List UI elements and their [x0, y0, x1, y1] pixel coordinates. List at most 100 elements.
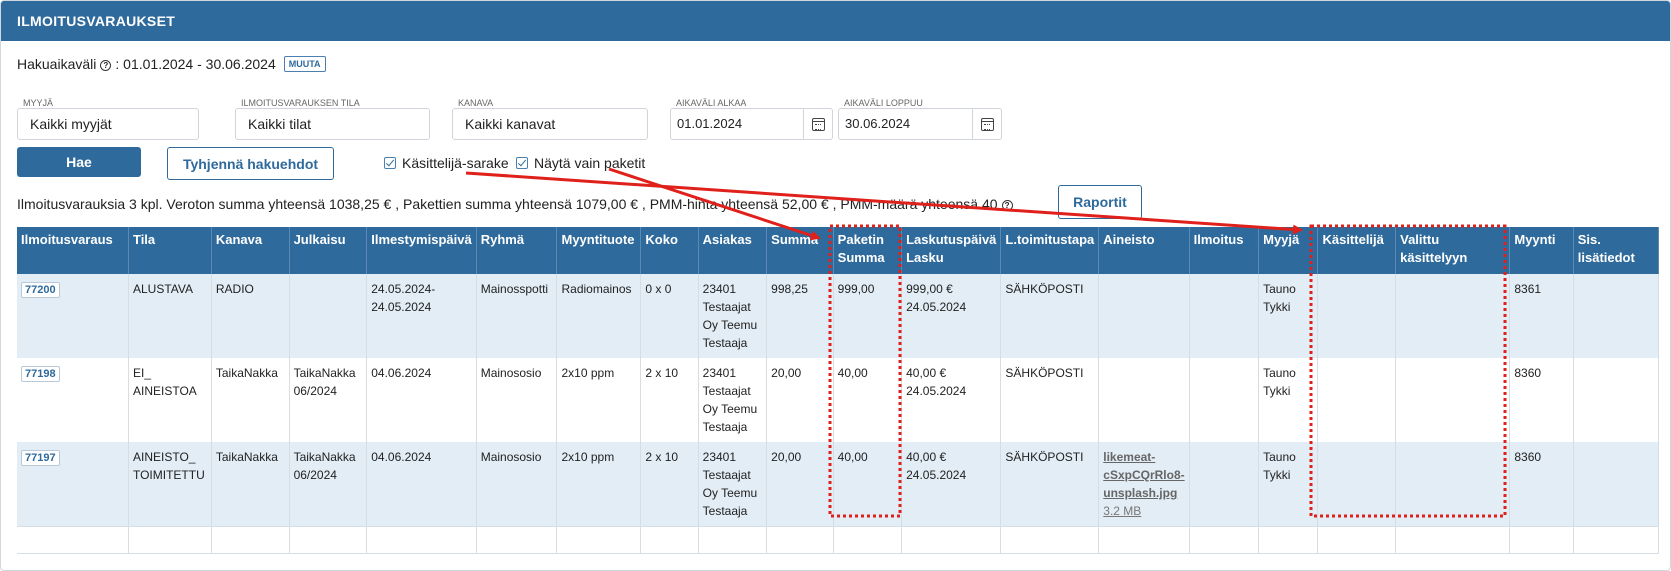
- column-header[interactable]: L.toimitustapa: [1000, 227, 1100, 274]
- reservation-link[interactable]: 77197: [21, 450, 60, 466]
- reservations-panel: ILMOITUSVARAUKSET Hakuaikaväli ? : 01.01…: [0, 0, 1671, 571]
- seller-filter-label: MYYJÄ: [23, 98, 54, 108]
- cell-extra-info: [1573, 442, 1660, 527]
- empty-cell: [556, 526, 642, 554]
- checkbox-checked-icon[interactable]: [384, 157, 396, 169]
- end-date-field[interactable]: AIKAVÄLI LOPPUU 30.06.2024: [838, 98, 1002, 140]
- empty-cell: [766, 526, 834, 554]
- cell-handler: [1317, 442, 1397, 527]
- table-row[interactable]: 77197 AINEISTO_ TOIMITETTU TaikaNakka Ta…: [17, 442, 1660, 527]
- column-header[interactable]: Paketin Summa: [833, 227, 903, 274]
- seller-filter[interactable]: MYYJÄ Kaikki myyjät: [17, 98, 199, 140]
- cell-status: AINEISTO_ TOIMITETTU: [128, 442, 212, 527]
- table-row[interactable]: 77200 ALUSTAVA RADIO 24.05.2024-24.05.20…: [17, 274, 1660, 358]
- empty-cell: [1258, 526, 1319, 554]
- clear-filters-button[interactable]: Tyhjennä hakuehdot: [167, 147, 334, 180]
- help-icon[interactable]: ?: [100, 59, 112, 71]
- cell-id: 77200: [17, 274, 129, 358]
- cell-id: 77198: [17, 358, 129, 442]
- empty-cell: [289, 526, 368, 554]
- column-header[interactable]: Ryhmä: [476, 227, 558, 274]
- empty-cell: [366, 526, 477, 554]
- results-summary: Ilmoitusvarauksia 3 kpl. Veroton summa y…: [17, 196, 1013, 212]
- calendar-icon: [812, 117, 825, 131]
- column-header[interactable]: Kanava: [211, 227, 290, 274]
- channel-select[interactable]: Kaikki kanavat: [452, 108, 648, 140]
- start-date-field[interactable]: AIKAVÄLI ALKAA 01.01.2024: [670, 98, 833, 140]
- seller-select[interactable]: Kaikki myyjät: [17, 108, 199, 140]
- search-button[interactable]: Hae: [17, 147, 141, 177]
- channel-filter-label: KANAVA: [458, 98, 494, 108]
- channel-filter[interactable]: KANAVA Kaikki kanavat: [452, 98, 648, 140]
- material-link[interactable]: likemeat-cSxpCQrRlo8-unsplash.jpg: [1103, 450, 1184, 500]
- only-packages-label: Näytä vain paketit: [534, 155, 646, 171]
- cell-selected: [1395, 274, 1511, 358]
- cell-package-sum: 40,00: [833, 358, 903, 442]
- column-header[interactable]: Myyjä: [1258, 227, 1319, 274]
- reservation-link[interactable]: 77198: [21, 366, 60, 382]
- empty-cell: [476, 526, 558, 554]
- cell-id: 77197: [17, 442, 129, 527]
- status-filter-label: ILMOITUSVARAUKSEN TILA: [241, 98, 360, 108]
- cell-size: 2 x 10: [640, 358, 699, 442]
- empty-cell: [1317, 526, 1397, 554]
- search-period: Hakuaikaväli ? : 01.01.2024 - 30.06.2024…: [17, 56, 326, 72]
- cell-status: ALUSTAVA: [128, 274, 212, 358]
- only-packages-checkbox[interactable]: Näytä vain paketit: [516, 155, 645, 171]
- column-header[interactable]: Asiakas: [698, 227, 768, 274]
- material-size[interactable]: 3.2 MB: [1103, 504, 1141, 518]
- status-filter[interactable]: ILMOITUSVARAUKSEN TILA Kaikki tilat: [235, 98, 430, 140]
- column-header[interactable]: Summa: [766, 227, 834, 274]
- empty-cell: [1098, 526, 1190, 554]
- cell-delivery: SÄHKÖPOSTI: [1000, 358, 1100, 442]
- handler-column-checkbox[interactable]: Käsittelijä-sarake: [384, 155, 509, 171]
- empty-cell: [1189, 526, 1260, 554]
- end-calendar-button[interactable]: [972, 108, 1002, 140]
- cell-handler: [1317, 358, 1397, 442]
- end-date-label: AIKAVÄLI LOPPUU: [844, 98, 923, 108]
- column-header[interactable]: Ilmoitus: [1189, 227, 1260, 274]
- start-calendar-button[interactable]: [803, 108, 833, 140]
- cell-sum: 998,25: [766, 274, 834, 358]
- column-header[interactable]: Valittu käsittelyyn: [1395, 227, 1511, 274]
- column-header[interactable]: Ilmoitusvaraus: [17, 227, 129, 274]
- cell-publication: TaikaNakka 06/2024: [289, 442, 368, 527]
- cell-sum: 20,00: [766, 442, 834, 527]
- cell-material: [1098, 358, 1190, 442]
- reservation-link[interactable]: 77200: [21, 282, 60, 298]
- help-icon[interactable]: ?: [1001, 199, 1013, 211]
- table-row[interactable]: 77198 EI_ AINEISTOA TaikaNakka TaikaNakk…: [17, 358, 1660, 442]
- empty-cell: [128, 526, 212, 554]
- status-select[interactable]: Kaikki tilat: [235, 108, 430, 140]
- column-header[interactable]: Sis. lisätiedot: [1573, 227, 1660, 274]
- column-header[interactable]: Laskutuspäivä Lasku: [901, 227, 1002, 274]
- cell-ad: [1189, 442, 1260, 527]
- reports-button[interactable]: Raportit: [1058, 185, 1142, 219]
- change-period-button[interactable]: MUUTA: [283, 56, 326, 72]
- empty-cell: [698, 526, 768, 554]
- checkbox-checked-icon[interactable]: [516, 157, 528, 169]
- start-date-label: AIKAVÄLI ALKAA: [676, 98, 747, 108]
- cell-package-sum: 999,00: [833, 274, 903, 358]
- column-header[interactable]: Julkaisu: [289, 227, 368, 274]
- column-header[interactable]: Tila: [128, 227, 212, 274]
- cell-seller: Tauno Tykki: [1258, 274, 1319, 358]
- column-header[interactable]: Koko: [640, 227, 699, 274]
- cell-seller: Tauno Tykki: [1258, 358, 1319, 442]
- column-header[interactable]: Aineisto: [1098, 227, 1190, 274]
- empty-cell: [1395, 526, 1511, 554]
- summary-text: Ilmoitusvarauksia 3 kpl. Veroton summa y…: [17, 196, 998, 212]
- empty-cell: [1573, 526, 1660, 554]
- cell-invoice: 40,00 € 24.05.2024: [901, 358, 1002, 442]
- column-header[interactable]: Ilmestymispäivä: [366, 227, 477, 274]
- cell-status: EI_ AINEISTOA: [128, 358, 212, 442]
- cell-extra-info: [1573, 274, 1660, 358]
- cell-channel: TaikaNakka: [211, 442, 290, 527]
- cell-channel: TaikaNakka: [211, 358, 290, 442]
- column-header[interactable]: Myyntituote: [556, 227, 642, 274]
- column-header[interactable]: Käsittelijä: [1317, 227, 1397, 274]
- cell-customer: 23401 Testaajat Oy Teemu Testaaja: [698, 358, 768, 442]
- cell-size: 2 x 10: [640, 442, 699, 527]
- column-header[interactable]: Myynti: [1509, 227, 1574, 274]
- reservations-table: Ilmoitusvaraus Tila Kanava Julkaisu Ilme…: [17, 227, 1660, 554]
